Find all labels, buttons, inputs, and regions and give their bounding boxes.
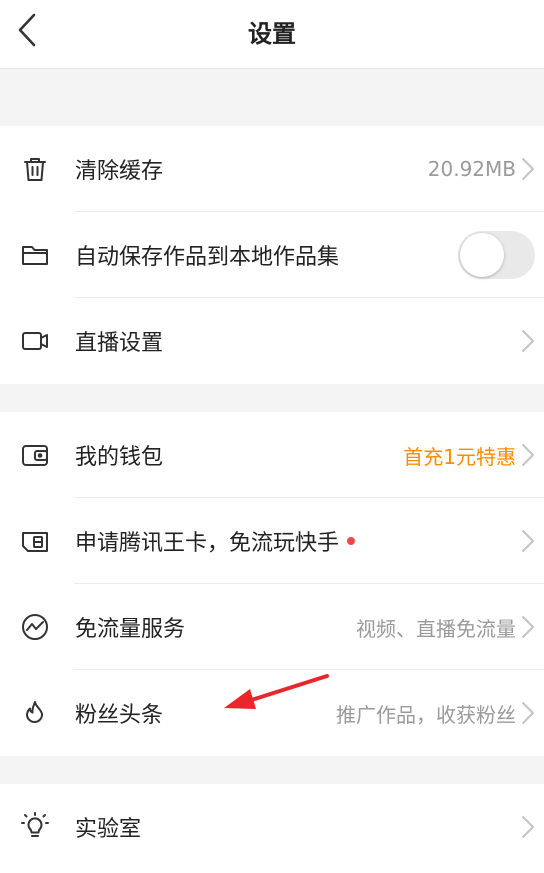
toggle-knob — [460, 233, 504, 277]
video-camera-icon — [19, 325, 51, 357]
free-data-label: 免流量服务 — [75, 617, 186, 642]
lab-label: 实验室 — [75, 817, 142, 842]
trash-icon — [19, 153, 51, 185]
chevron-right-icon — [520, 814, 536, 840]
folder-icon — [19, 239, 51, 271]
auto-save-row: 自动保存作品到本地作品集 — [0, 212, 544, 298]
wallet-row[interactable]: 我的钱包 首充1元特惠 — [0, 412, 544, 498]
cache-size-value: 20.92MB — [427, 157, 516, 181]
storage-settings-group: 清除缓存 20.92MB 自动保存作品到本地作品集 直播设置 — [0, 126, 544, 384]
wallet-icon — [19, 439, 51, 471]
free-data-row[interactable]: 免流量服务 视频、直播免流量 — [0, 584, 544, 670]
tencent-card-text: 申请腾讯王卡，免流玩快手 — [75, 531, 340, 556]
lab-row[interactable]: 实验室 — [0, 784, 544, 870]
chevron-right-icon — [520, 156, 536, 182]
chevron-right-icon — [520, 700, 536, 726]
top-bar: 设置 — [0, 0, 544, 69]
tencent-card-label: 申请腾讯王卡，免流玩快手 — [75, 525, 356, 557]
live-settings-label: 直播设置 — [75, 331, 164, 356]
chevron-right-icon — [520, 614, 536, 640]
chevron-right-icon — [520, 528, 536, 554]
flame-icon — [19, 697, 51, 729]
sim-card-icon — [19, 525, 51, 557]
auto-save-label: 自动保存作品到本地作品集 — [75, 245, 340, 270]
free-data-value: 视频、直播免流量 — [356, 616, 516, 641]
clear-cache-row[interactable]: 清除缓存 20.92MB — [0, 126, 544, 212]
wallet-promo-value: 首充1元特惠 — [403, 444, 516, 469]
lab-group: 实验室 — [0, 784, 544, 873]
lightbulb-icon — [19, 811, 51, 843]
wallet-label: 我的钱包 — [75, 445, 164, 470]
services-group: 我的钱包 首充1元特惠 申请腾讯王卡，免流玩快手 免流量服务 视频、直播免流量 — [0, 412, 544, 756]
fans-headline-label: 粉丝头条 — [75, 703, 164, 728]
notification-dot — [347, 537, 356, 545]
chevron-right-icon — [520, 328, 536, 354]
data-wave-icon — [19, 611, 51, 643]
live-settings-row[interactable]: 直播设置 — [0, 298, 544, 384]
clear-cache-label: 清除缓存 — [75, 159, 164, 184]
fans-headline-value: 推广作品，收获粉丝 — [336, 702, 516, 727]
chevron-right-icon — [520, 442, 536, 468]
auto-save-toggle[interactable] — [458, 231, 535, 279]
page-title: 设置 — [248, 20, 296, 48]
tencent-card-row[interactable]: 申请腾讯王卡，免流玩快手 — [0, 498, 544, 584]
fans-headline-row[interactable]: 粉丝头条 推广作品，收获粉丝 — [0, 670, 544, 756]
